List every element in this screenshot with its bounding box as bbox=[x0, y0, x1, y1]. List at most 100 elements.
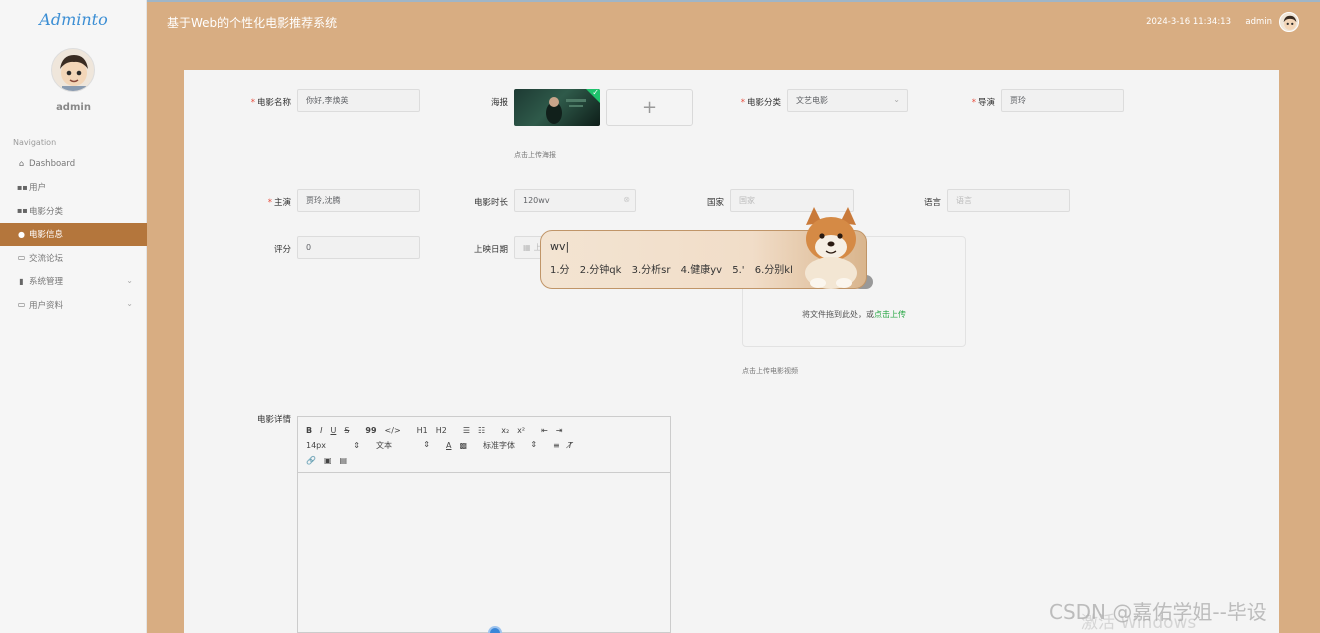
clear-icon[interactable]: ⊗ bbox=[623, 195, 630, 204]
blockquote-button[interactable]: 99 bbox=[365, 426, 376, 435]
datetime-display: 2024-3-16 11:34:13 bbox=[1146, 17, 1231, 27]
subscript-button[interactable]: x₂ bbox=[501, 426, 509, 435]
category-select[interactable]: 文艺电影 ⌄ bbox=[787, 89, 908, 112]
sidebar-username: admin bbox=[56, 102, 91, 113]
sidebar-item-label: Dashboard bbox=[29, 158, 76, 169]
shiba-dog-icon bbox=[805, 207, 857, 289]
director-input[interactable]: 贾玲 bbox=[1001, 89, 1124, 112]
ordered-list-button[interactable]: ☰ bbox=[463, 426, 470, 435]
movie-name-label: * 电影名称 bbox=[250, 98, 291, 108]
sidebar-item-label: 电影信息 bbox=[29, 230, 64, 241]
movie-form-card: * 电影名称 你好,李焕英 海报 ✓ + 点击上传海报 * 电影分类 文艺电影 ⌄ … bbox=[184, 70, 1279, 633]
grid-icon: ▪▪ bbox=[17, 206, 28, 216]
sort-icon: ⇕ bbox=[530, 440, 538, 449]
editor-toolbar: B I U S 99 </> H1 H2 ☰ ☷ x₂ x² ⇤ ⇥ 14px ⇕… bbox=[298, 417, 670, 473]
page-title: 基于Web的个性化电影推荐系统 bbox=[167, 16, 338, 30]
sidebar-item-forum[interactable]: ▭ 交流论坛 bbox=[0, 246, 147, 270]
sidebar-item-system[interactable]: ▮ 系统管理 ⌄ bbox=[0, 270, 147, 294]
language-input[interactable]: 语言 bbox=[947, 189, 1070, 212]
bullet-list-button[interactable]: ☷ bbox=[478, 426, 485, 435]
strike-button[interactable]: S bbox=[344, 426, 349, 435]
sidebar-item-movie-category[interactable]: ▪▪ 电影分类 bbox=[0, 199, 147, 223]
superscript-button[interactable]: x² bbox=[517, 426, 525, 435]
italic-button[interactable]: I bbox=[320, 426, 322, 435]
country-label: 国家 bbox=[706, 198, 724, 208]
card-icon: ▭ bbox=[17, 300, 26, 310]
rich-text-editor: B I U S 99 </> H1 H2 ☰ ☷ x₂ x² ⇤ ⇥ 14px ⇕… bbox=[297, 416, 671, 633]
user-avatar[interactable] bbox=[51, 48, 95, 92]
actors-label: * 主演 bbox=[267, 198, 291, 208]
sort-icon: ⇕ bbox=[353, 441, 360, 450]
sidebar-item-label: 用户 bbox=[29, 183, 47, 194]
poster-label: 海报 bbox=[490, 98, 508, 108]
chevron-down-icon: ⌄ bbox=[893, 95, 900, 104]
duration-input[interactable]: 120wv ⊗ bbox=[514, 189, 636, 212]
sidebar-item-movie-info[interactable]: ● 电影信息 bbox=[0, 222, 147, 246]
h1-button[interactable]: H1 bbox=[417, 426, 428, 435]
rating-input[interactable]: 0 bbox=[297, 236, 420, 259]
sidebar-nav: ⌂ Dashboard ▪▪ 用户 ▪▪ 电影分类 ● 电影信息 ▭ 交流论坛 … bbox=[0, 152, 147, 317]
outdent-button[interactable]: ⇤ bbox=[541, 426, 548, 435]
indent-button[interactable]: ⇥ bbox=[556, 426, 563, 435]
ime-candidate[interactable]: 6.分别kl bbox=[755, 265, 793, 276]
grid-icon: ▪▪ bbox=[17, 182, 28, 192]
ime-candidate[interactable]: 5.' bbox=[732, 265, 744, 276]
clear-format-icon[interactable]: T̸ bbox=[568, 441, 573, 450]
ime-composition: wv| bbox=[550, 240, 570, 253]
home-icon: ⌂ bbox=[18, 159, 25, 169]
language-label: 语言 bbox=[923, 198, 941, 208]
doc-icon: ▭ bbox=[17, 253, 26, 263]
poster-thumbnail[interactable]: ✓ bbox=[514, 89, 600, 126]
director-label: * 导演 bbox=[971, 98, 995, 108]
sidebar-item-label: 电影分类 bbox=[29, 206, 64, 217]
detail-label: 电影详情 bbox=[256, 415, 291, 425]
toolbar-row-3: 🔗 ▣ ▤ bbox=[306, 453, 662, 468]
font-size-select[interactable]: 14px ⇕ bbox=[306, 441, 368, 450]
app-logo[interactable]: Adminto bbox=[0, 10, 147, 29]
video-icon[interactable]: ▤ bbox=[340, 456, 348, 465]
background-color-icon[interactable]: ▩ bbox=[459, 441, 467, 450]
sidebar-item-label: 用户资料 bbox=[29, 300, 64, 311]
underline-button[interactable]: U bbox=[330, 426, 336, 435]
sidebar-item-profile[interactable]: ▭ 用户资料 ⌄ bbox=[0, 293, 147, 317]
code-block-button[interactable]: </> bbox=[385, 426, 401, 435]
calendar-icon: ▦ bbox=[523, 243, 531, 252]
ime-candidate[interactable]: 3.分析sr bbox=[632, 265, 671, 276]
release-date-label: 上映日期 bbox=[473, 245, 508, 255]
check-icon: ✓ bbox=[592, 89, 599, 97]
header-username[interactable]: admin bbox=[1245, 17, 1272, 27]
font-family-select[interactable]: 标准字体 ⇕ bbox=[483, 440, 545, 451]
toolbar-row-2: 14px ⇕ 文本 ⇕ A ▩ 标准字体 ⇕ ≡ T̸ bbox=[306, 438, 662, 453]
movie-name-input[interactable]: 你好,李焕英 bbox=[297, 89, 420, 112]
person-icon: ● bbox=[18, 229, 25, 239]
rating-label: 评分 bbox=[273, 245, 291, 255]
toolbar-row-1: B I U S 99 </> H1 H2 ☰ ☷ x₂ x² ⇤ ⇥ bbox=[306, 423, 662, 438]
sidebar-item-dashboard[interactable]: ⌂ Dashboard bbox=[0, 152, 147, 176]
header-avatar[interactable] bbox=[1279, 12, 1299, 32]
nav-heading: Navigation bbox=[13, 138, 57, 147]
sort-icon: ⇕ bbox=[423, 440, 430, 449]
ime-candidate-window: wv| 1.分 2.分钟qk 3.分析sr 4.健康yv 5.' 6.分别kl bbox=[540, 207, 867, 289]
image-icon[interactable]: ▣ bbox=[324, 456, 332, 465]
top-bar: 基于Web的个性化电影推荐系统 2024-3-16 11:34:13 admin bbox=[147, 0, 1320, 46]
chevron-down-icon: ⌄ bbox=[126, 275, 133, 285]
sidebar-item-users[interactable]: ▪▪ 用户 bbox=[0, 176, 147, 200]
ime-candidate[interactable]: 1.分 bbox=[550, 265, 570, 276]
video-upload-hint: 点击上传电影视频 bbox=[742, 367, 798, 375]
click-upload-link[interactable]: 点击上传 bbox=[874, 310, 906, 319]
link-icon[interactable]: 🔗 bbox=[306, 456, 316, 465]
csdn-watermark: CSDN @嘉佑学姐--毕设 bbox=[1049, 600, 1267, 624]
chart-icon: ▮ bbox=[19, 276, 24, 286]
ime-candidate[interactable]: 2.分钟qk bbox=[580, 265, 622, 276]
sidebar-item-label: 交流论坛 bbox=[29, 253, 64, 264]
poster-upload-button[interactable]: + bbox=[606, 89, 693, 126]
actors-input[interactable]: 贾玲,沈腾 bbox=[297, 189, 420, 212]
bold-button[interactable]: B bbox=[306, 426, 312, 435]
align-icon[interactable]: ≡ bbox=[553, 441, 560, 450]
h2-button[interactable]: H2 bbox=[436, 426, 447, 435]
poster-upload-hint: 点击上传海报 bbox=[514, 151, 556, 159]
text-color-button[interactable]: A bbox=[446, 441, 451, 450]
category-label: * 电影分类 bbox=[740, 98, 781, 108]
header-select[interactable]: 文本 ⇕ bbox=[376, 440, 438, 451]
ime-candidate[interactable]: 4.健康yv bbox=[681, 265, 722, 276]
